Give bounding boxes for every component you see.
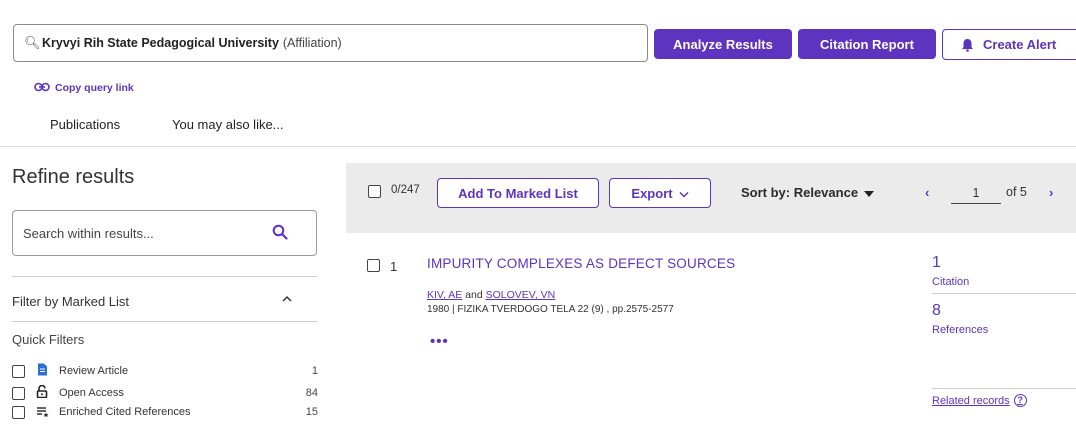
query-text: Kryvyi Rih State Pedagogical University [42,36,279,50]
checkbox[interactable] [12,364,25,378]
sidebar-divider [12,321,317,322]
record-title-link[interactable]: IMPURITY COMPLEXES AS DEFECT SOURCES [427,256,735,271]
caret-down-icon [864,185,875,200]
quick-filter-label: Enriched Cited References [59,406,191,418]
quick-filters-heading: Quick Filters [12,332,85,347]
tabs-divider [0,146,1076,147]
enriched-list-icon [35,405,49,420]
help-icon[interactable]: ? [1013,394,1027,407]
search-query-box[interactable]: 🔍︎ Kryvyi Rih State Pedagogical Universi… [13,24,648,62]
sort-by-label: Sort by: Relevance [741,185,859,200]
search-icon[interactable] [272,224,288,244]
copy-query-link[interactable]: Copy query link [34,81,134,95]
related-records-link[interactable]: Related records ? [932,394,1027,407]
document-icon [35,363,49,379]
analyze-results-button[interactable]: Analyze Results [654,29,792,59]
quick-filter-label: Open Access [59,387,124,399]
quick-filter-count: 84 [305,387,318,399]
add-to-marked-list-button[interactable]: Add To Marked List [437,178,599,208]
select-all-checkbox[interactable] [368,185,381,198]
lock-open-icon [35,384,49,401]
search-icon: 🔍︎ [24,35,41,50]
metrics-divider [932,293,1076,294]
record-checkbox[interactable] [367,259,380,272]
citation-count-link[interactable]: 1 [932,254,941,272]
record-authors: KIV, AE and SOLOVEV, VN [427,289,555,301]
selected-count: 0/247 [391,184,420,196]
citation-label: Citation [932,276,970,288]
sidebar-divider [12,276,317,277]
quick-filter-review-article[interactable]: Review Article 1 [12,363,318,379]
quick-filter-open-access[interactable]: Open Access 84 [12,384,318,401]
export-button[interactable]: Export [609,178,711,208]
tab-publications[interactable]: Publications [50,117,120,132]
more-options-button[interactable]: ••• [430,333,449,350]
quick-filter-label: Review Article [59,365,129,377]
checkbox[interactable] [12,405,25,419]
create-alert-button[interactable]: Create Alert [942,29,1076,60]
link-icon [34,81,50,95]
bell-icon [961,38,975,52]
sort-by-dropdown[interactable]: Sort by: Relevance [741,185,875,200]
tab-you-may-also-like[interactable]: You may also like... [172,117,284,132]
chevron-right-icon[interactable]: › [1049,185,1053,200]
export-label: Export [631,185,673,201]
quick-filter-count: 1 [311,365,318,377]
search-within-placeholder: Search within results... [23,225,154,241]
author-separator: and [465,289,483,301]
copy-query-link-label: Copy query link [55,82,134,94]
create-alert-label: Create Alert [983,37,1057,52]
chevron-down-icon [679,186,689,201]
related-divider [932,388,1076,389]
references-label: References [932,324,989,336]
chevron-left-icon[interactable]: ‹ [925,185,929,200]
citation-report-button[interactable]: Citation Report [798,29,936,59]
chevron-up-icon[interactable] [282,294,292,306]
author-link[interactable]: SOLOVEV, VN [486,289,556,301]
quick-filter-count: 15 [305,406,318,418]
page-total: of 5 [1006,185,1027,199]
checkbox[interactable] [12,386,25,400]
page-number-input[interactable]: 1 [951,182,1001,204]
author-link[interactable]: KIV, AE [427,289,462,301]
related-records-label: Related records [932,394,1010,407]
search-within-input[interactable]: Search within results... [12,210,317,256]
query-field: (Affiliation) [282,36,342,50]
refine-results-heading: Refine results [12,166,135,188]
references-count-link[interactable]: 8 [932,302,941,320]
record-source: 1980 | FIZIKA TVERDOGO TELA 22 (9) , pp.… [427,304,674,315]
filter-by-marked-list[interactable]: Filter by Marked List [12,294,129,309]
quick-filter-enriched-cited-references[interactable]: Enriched Cited References 15 [12,404,318,420]
record-index: 1 [390,259,398,274]
